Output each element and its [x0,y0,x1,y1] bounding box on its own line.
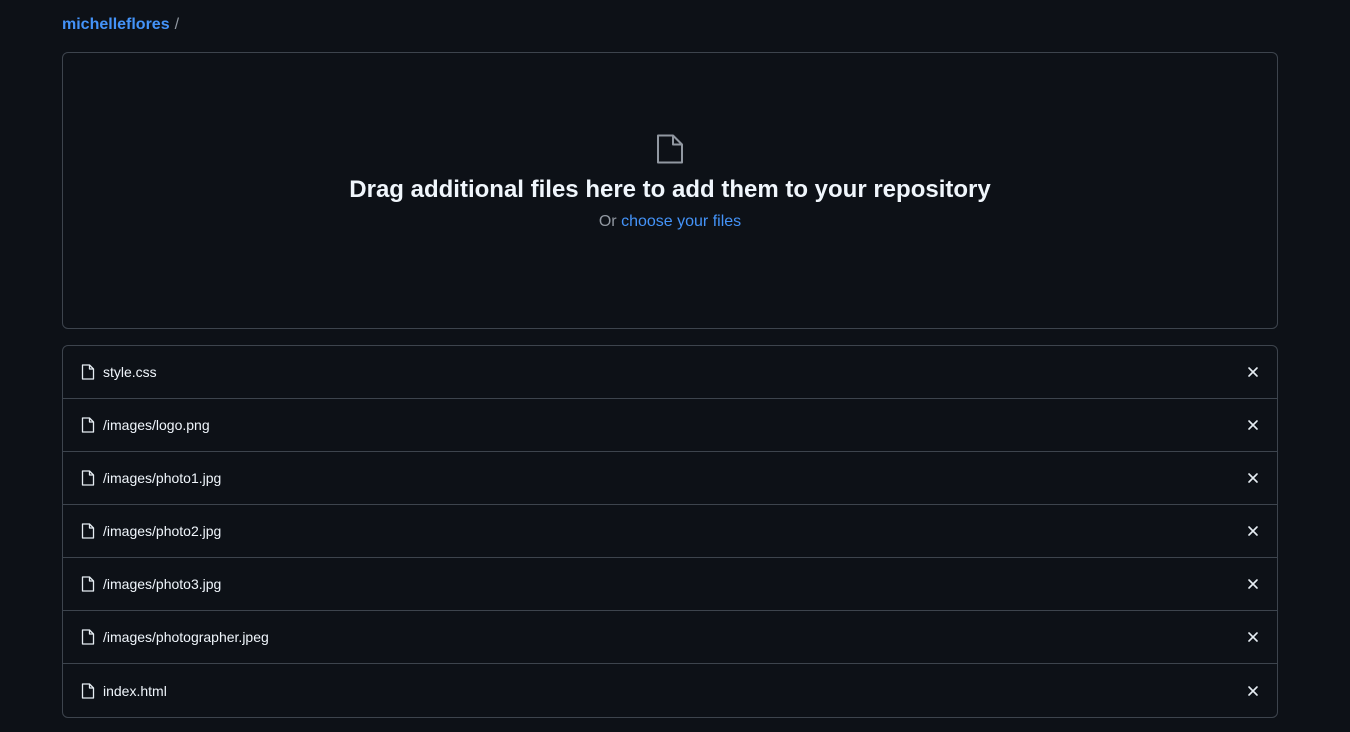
remove-file-button[interactable] [1245,523,1261,539]
close-icon [1248,473,1258,483]
file-icon [657,134,683,164]
close-icon [1248,579,1258,589]
file-row: /images/logo.png [63,399,1277,452]
remove-file-button[interactable] [1245,629,1261,645]
breadcrumb: michelleflores / [62,14,179,36]
remove-file-button[interactable] [1245,364,1261,380]
breadcrumb-owner-link[interactable]: michelleflores [62,14,170,36]
file-name: style.css [103,364,157,380]
file-dropzone[interactable]: Drag additional files here to add them t… [62,52,1278,329]
file-name: /images/photo3.jpg [103,576,222,592]
file-name: /images/photo1.jpg [103,470,222,486]
remove-file-button[interactable] [1245,470,1261,486]
file-icon [81,576,95,592]
file-name: /images/photographer.jpeg [103,629,269,645]
choose-files-link[interactable]: choose your files [621,213,741,230]
file-row: /images/photographer.jpeg [63,611,1277,664]
file-row: index.html [63,664,1277,717]
file-list: style.css /images/logo.png /images/photo… [62,345,1278,718]
file-row: style.css [63,346,1277,399]
close-icon [1248,632,1258,642]
file-icon [81,470,95,486]
file-name: /images/logo.png [103,417,210,433]
file-icon [81,523,95,539]
file-row: /images/photo3.jpg [63,558,1277,611]
remove-file-button[interactable] [1245,683,1261,699]
file-icon [81,629,95,645]
close-icon [1248,526,1258,536]
file-name: /images/photo2.jpg [103,523,222,539]
dropzone-subtitle: Or choose your files [599,211,741,233]
file-icon [81,364,95,380]
file-name: index.html [103,682,167,699]
close-icon [1248,367,1258,377]
file-row: /images/photo2.jpg [63,505,1277,558]
file-icon [81,682,95,699]
file-icon [81,417,95,433]
close-icon [1248,420,1258,430]
remove-file-button[interactable] [1245,417,1261,433]
file-row: /images/photo1.jpg [63,452,1277,505]
dropzone-title: Drag additional files here to add them t… [349,176,991,203]
remove-file-button[interactable] [1245,576,1261,592]
breadcrumb-separator: / [174,16,180,33]
dropzone-prefix: Or [598,213,617,230]
close-icon [1248,685,1258,696]
